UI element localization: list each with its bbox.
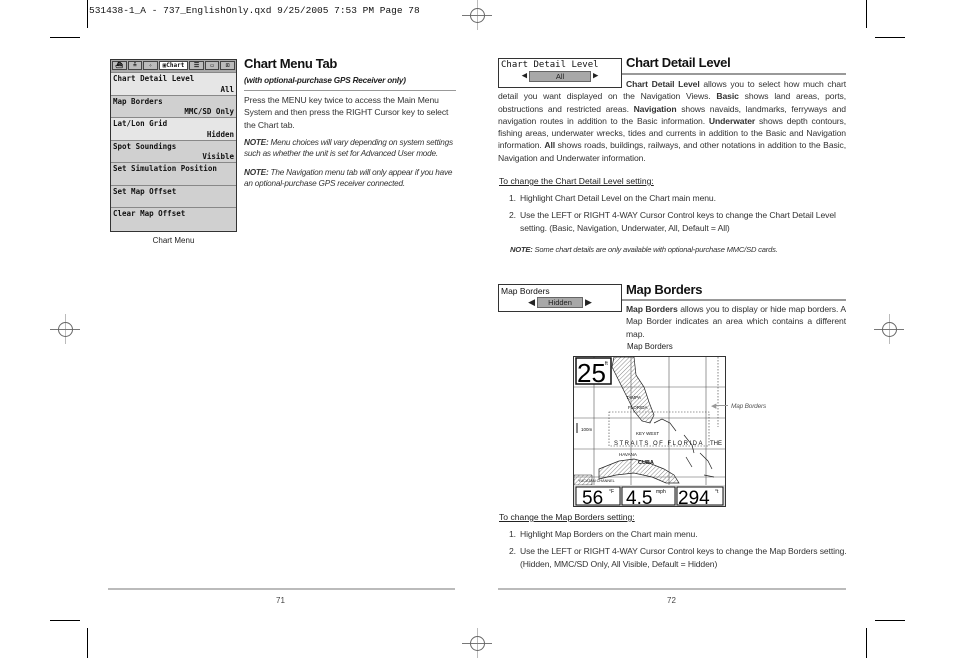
setup-tab-icon[interactable]: ✧ bbox=[143, 61, 158, 70]
body-text: Map Borders allows you to display or hid… bbox=[626, 304, 846, 339]
setting-value: Hidden bbox=[537, 297, 583, 308]
page-number: 72 bbox=[667, 596, 676, 605]
svg-text:TAMPA: TAMPA bbox=[626, 395, 641, 400]
menu-item-spot-soundings[interactable]: Spot Soundings Visible bbox=[111, 139, 236, 162]
note: NOTE: Menu choices will vary depending o… bbox=[244, 137, 453, 159]
crop-mark bbox=[87, 0, 88, 28]
menu-item-lat-lon-grid[interactable]: Lat/Lon Grid Hidden bbox=[111, 117, 236, 140]
map-borders-figure: STRAITS OF FLORIDA THE CUBA HAVANA KEY W… bbox=[573, 356, 726, 507]
menu-item-clear-map-offset[interactable]: Clear Map Offset bbox=[111, 207, 236, 230]
step-item: 2. Use the LEFT or RIGHT 4-WAY Cursor Con… bbox=[509, 546, 847, 569]
right-arrow-icon[interactable]: ▶ bbox=[585, 298, 592, 307]
svg-text:100m: 100m bbox=[581, 427, 593, 432]
views-tab-icon[interactable]: ▭ bbox=[204, 61, 220, 70]
body-text: Chart Detail Level allows you to select … bbox=[498, 79, 846, 163]
callout-arrow-icon: ◀ bbox=[711, 403, 717, 410]
map-borders-setting: Map Borders ◀ Hidden ▶ bbox=[498, 284, 622, 312]
crop-mark bbox=[875, 37, 905, 38]
menu-item-set-map-offset[interactable]: Set Map Offset bbox=[111, 184, 236, 207]
step-item: 1. Highlight Chart Detail Level on the Ch… bbox=[509, 193, 716, 203]
menu-item-chart-detail-level[interactable]: Chart Detail Level All bbox=[111, 72, 236, 95]
crop-mark bbox=[866, 0, 867, 28]
divider bbox=[244, 89, 456, 91]
florida-landmass bbox=[611, 357, 655, 424]
svg-text:HAVANA: HAVANA bbox=[619, 452, 637, 457]
note: NOTE: The Navigation menu tab will only … bbox=[244, 167, 453, 189]
page-number: 71 bbox=[276, 596, 285, 605]
section-title: Chart Detail Level bbox=[626, 55, 731, 70]
menu-tabs: ⛴ ≚ ✧ ▣Chart ☰ ▭ ⊡ bbox=[111, 60, 236, 72]
step-item: 2. Use the LEFT or RIGHT 4-WAY Cursor Con… bbox=[509, 210, 836, 233]
chart-menu-screenshot: ⛴ ≚ ✧ ▣Chart ☰ ▭ ⊡ Chart Detail Level All… bbox=[110, 59, 237, 232]
figure-caption: Map Borders bbox=[627, 342, 673, 351]
svg-text:FLORIDA: FLORIDA bbox=[628, 405, 648, 410]
step-list: 1. Highlight Chart Detail Level on the Ch… bbox=[509, 192, 849, 234]
step-list: 1. Highlight Map Borders on the Chart mai… bbox=[509, 528, 849, 570]
howto-heading: To change the Map Borders setting: bbox=[499, 512, 635, 522]
data-bar: 56 °F 4.5 mph 294 °t bbox=[574, 485, 725, 506]
crop-mark bbox=[866, 628, 867, 658]
alarms-tab-icon[interactable]: ☰ bbox=[189, 61, 204, 70]
crop-mark bbox=[87, 628, 88, 658]
menu-item-map-borders[interactable]: Map Borders MMC/SD Only bbox=[111, 94, 236, 117]
tab-chart[interactable]: ▣Chart bbox=[158, 61, 189, 70]
registration-mark-icon bbox=[874, 314, 904, 344]
crop-mark bbox=[50, 37, 80, 38]
depth-box: 25 ft bbox=[575, 357, 612, 388]
temperature-readout: 56 bbox=[582, 488, 603, 506]
section-title: Chart Menu Tab bbox=[244, 56, 338, 71]
crop-mark bbox=[50, 620, 80, 621]
menu-item-set-simulation-position[interactable]: Set Simulation Position bbox=[111, 162, 236, 185]
svg-text:STRAITS OF FLORIDA: STRAITS OF FLORIDA bbox=[614, 441, 704, 447]
figure-caption: Chart Menu bbox=[152, 236, 195, 245]
note: NOTE: Some chart details are only availa… bbox=[510, 245, 778, 254]
howto-heading: To change the Chart Detail Level setting… bbox=[499, 176, 654, 186]
svg-text:°F: °F bbox=[609, 489, 614, 495]
divider bbox=[622, 299, 846, 301]
registration-mark-icon bbox=[462, 0, 492, 30]
figure-callout: Map Borders bbox=[731, 403, 767, 410]
registration-mark-icon bbox=[50, 314, 80, 344]
file-slug: 531438-1_A - 737_EnglishOnly.qxd 9/25/20… bbox=[89, 5, 420, 16]
section-subtitle: (with optional-purchase GPS Receiver onl… bbox=[244, 76, 406, 85]
nav-tab-icon[interactable]: ⛴ bbox=[112, 61, 127, 70]
accessories-tab-icon[interactable]: ⊡ bbox=[220, 61, 236, 70]
left-arrow-icon[interactable]: ◀ bbox=[528, 298, 535, 307]
body-text: Press the MENU key twice to access the M… bbox=[244, 95, 449, 130]
registration-mark-icon bbox=[462, 628, 492, 658]
svg-text:25: 25 bbox=[577, 358, 606, 388]
sonar-tab-icon[interactable]: ≚ bbox=[127, 61, 143, 70]
svg-text:THE: THE bbox=[710, 441, 722, 447]
speed-readout: 4.5 bbox=[626, 488, 652, 506]
step-item: 1. Highlight Map Borders on the Chart mai… bbox=[509, 529, 698, 539]
divider bbox=[622, 73, 846, 75]
chart-map: STRAITS OF FLORIDA THE CUBA HAVANA KEY W… bbox=[574, 357, 725, 506]
crop-mark bbox=[875, 620, 905, 621]
footer-rule bbox=[498, 588, 846, 590]
svg-text:mph: mph bbox=[656, 489, 666, 495]
svg-text:KEY WEST: KEY WEST bbox=[636, 431, 659, 436]
svg-text:CUBA: CUBA bbox=[638, 460, 654, 466]
footer-rule bbox=[108, 588, 455, 590]
heading-readout: 294 bbox=[678, 488, 710, 506]
svg-text:YUCATAN CHANNEL: YUCATAN CHANNEL bbox=[578, 479, 615, 483]
section-title: Map Borders bbox=[626, 282, 703, 297]
